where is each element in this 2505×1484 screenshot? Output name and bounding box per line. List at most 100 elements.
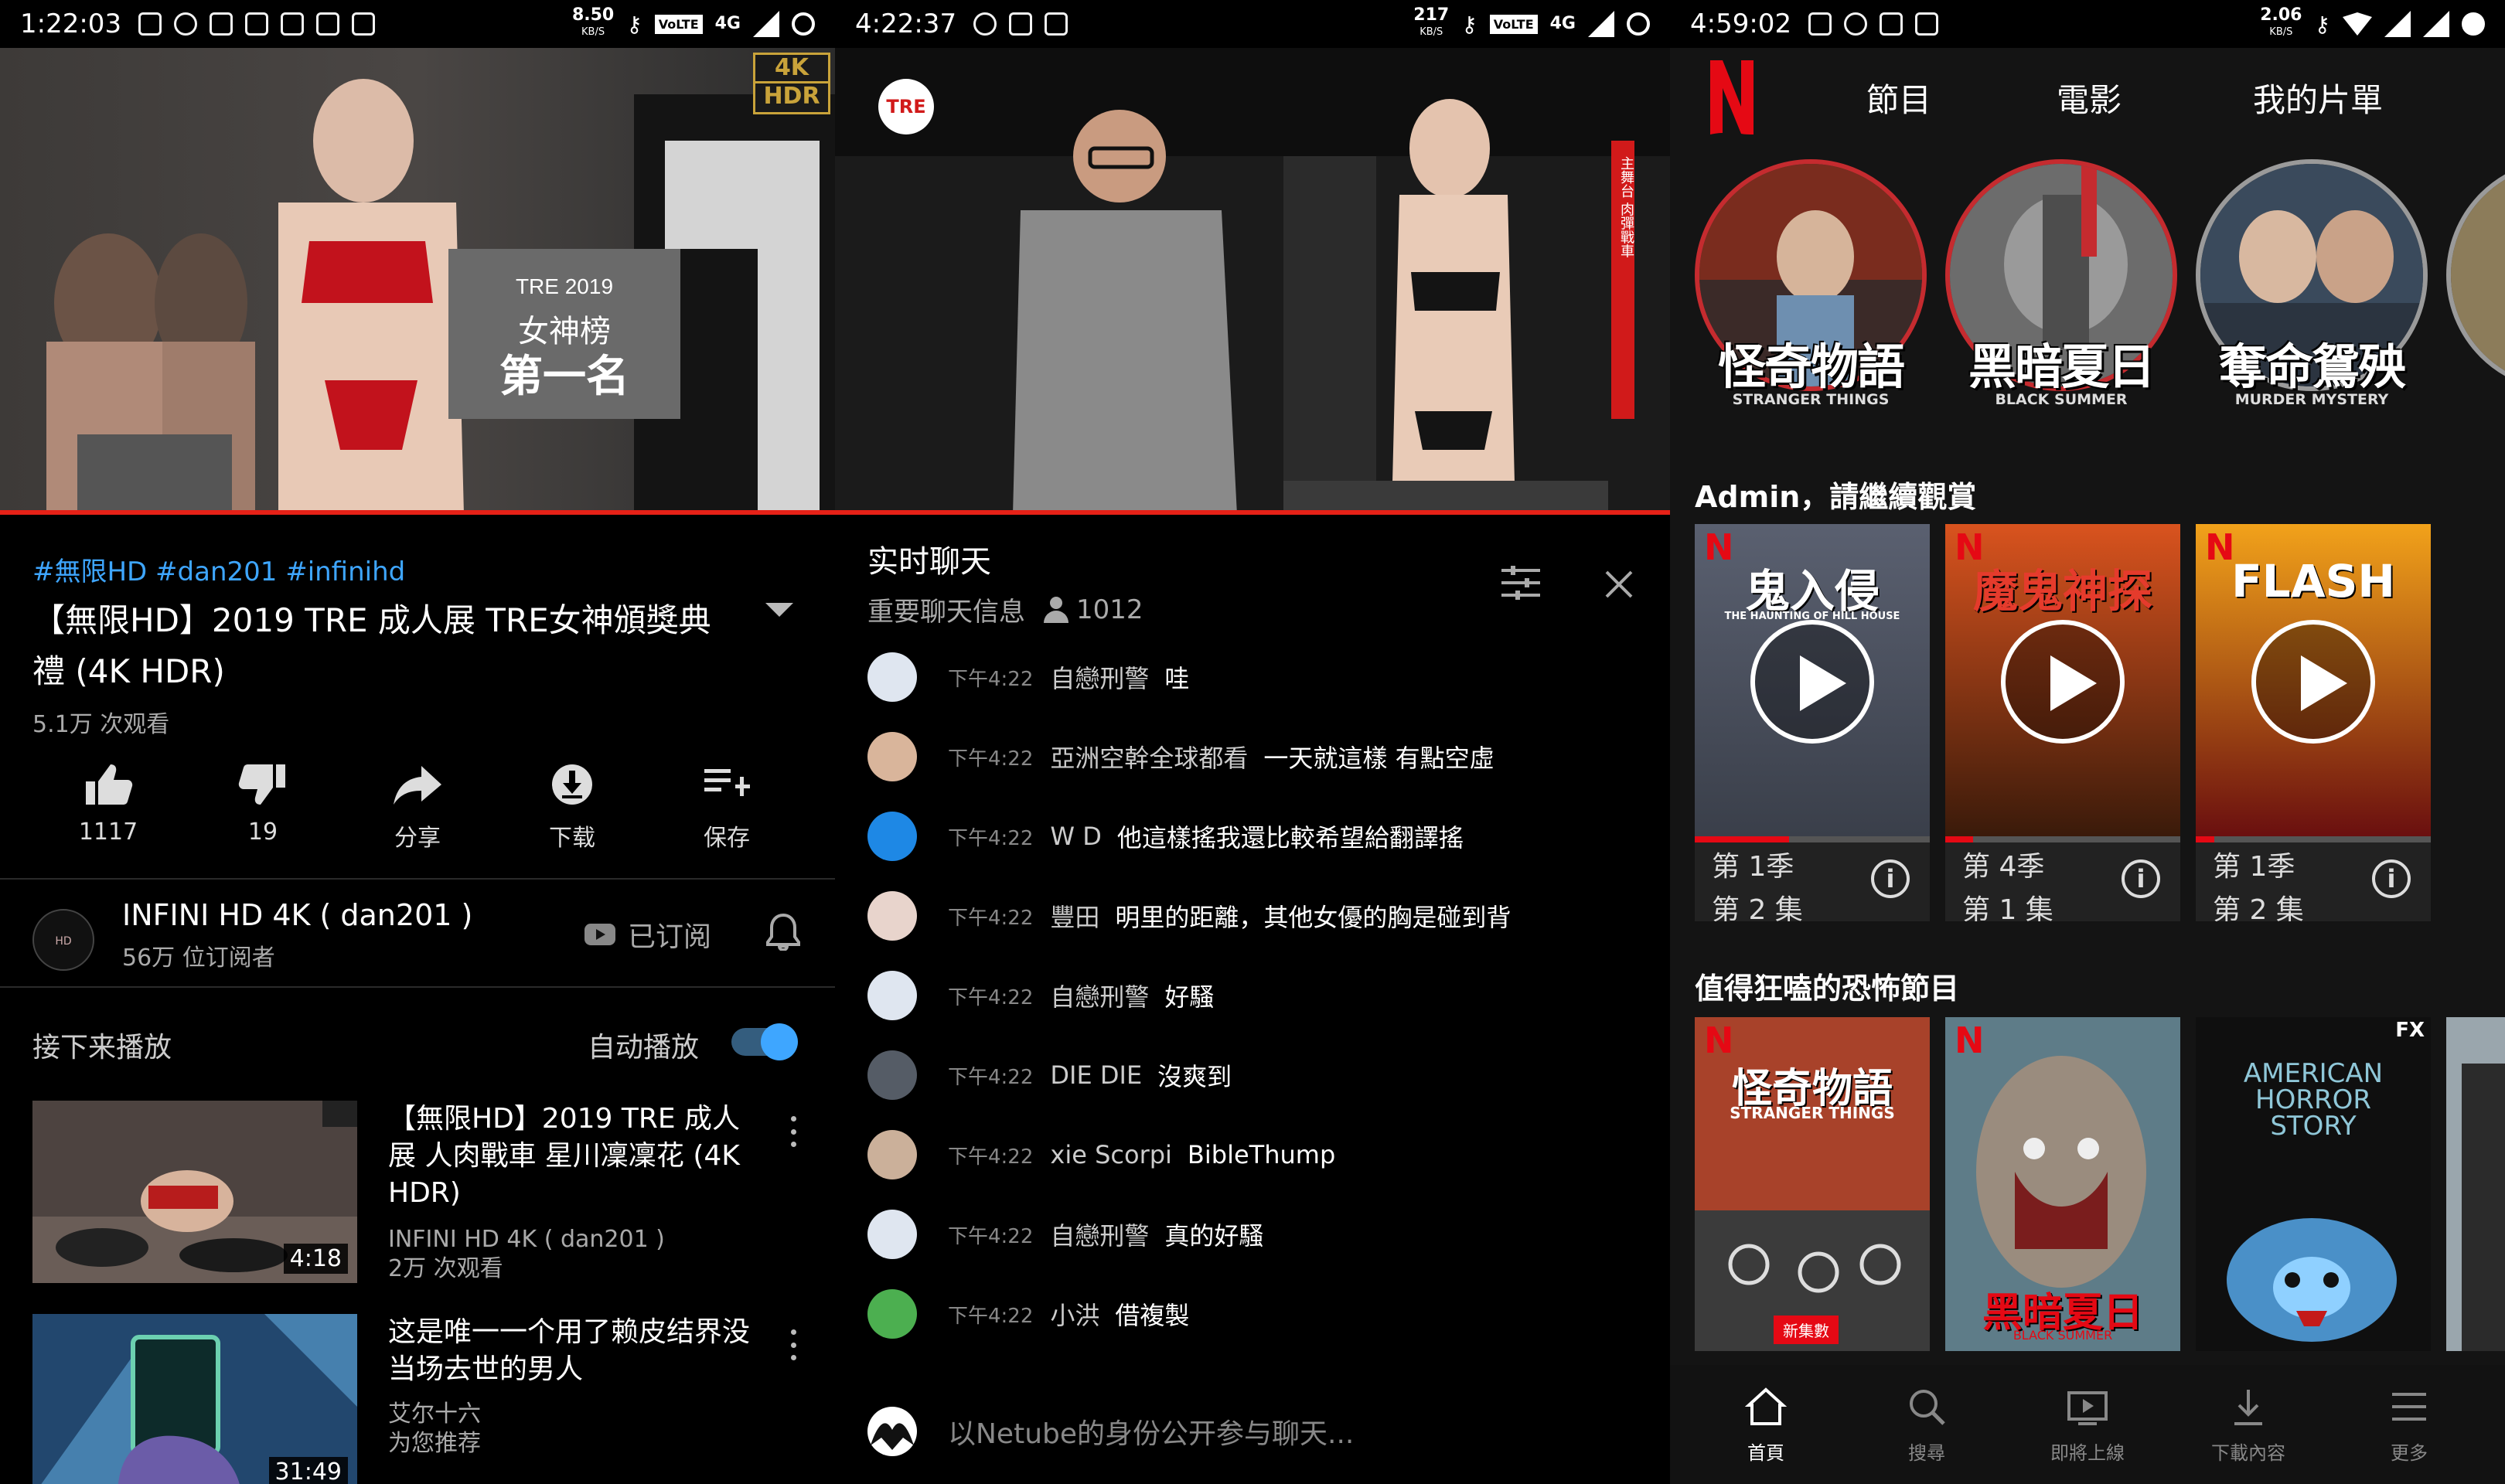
rec-title[interactable]: 【無限HD】2019 TRE 成人展 人肉戰車 星川凜凜花 (4K HDR) (388, 1101, 752, 1212)
message-author[interactable]: 小洪 (1050, 1296, 1099, 1332)
subscribed-button[interactable]: 已订阅 (584, 914, 711, 955)
continue-watching-card[interactable]: N 鬼入侵 THE HAUNTING OF HILL HOUSE 第 1季第 2 集i (1695, 524, 1930, 921)
info-icon[interactable]: i (2372, 859, 2411, 898)
play-icon[interactable] (1750, 620, 1874, 744)
message-author[interactable]: W D (1050, 822, 1101, 851)
continue-watching-card[interactable]: N FLASH 第 1季第 2 集i (2196, 524, 2431, 921)
duration-badge: 31:49 (268, 1457, 348, 1484)
user-avatar (867, 1407, 917, 1456)
video-player[interactable]: TRE 2019 女神榜 第一名 4K HDR (0, 48, 835, 515)
notification-bell-icon[interactable] (765, 912, 801, 951)
chat-input[interactable]: 以Netube的身份公开参与聊天... (867, 1407, 1354, 1456)
video-thumbnail[interactable]: 4:18 (32, 1101, 357, 1283)
nav-coming-soon[interactable]: 即將上線 (2018, 1385, 2157, 1465)
title-poster[interactable]: FX AMERICAN HORROR STORY (2196, 1017, 2431, 1351)
divider (0, 986, 835, 988)
4k-hdr-badge: 4K HDR (753, 53, 830, 114)
info-icon[interactable]: i (1871, 859, 1910, 898)
share-button[interactable]: 分享 (348, 761, 487, 853)
continue-watching-card[interactable]: N 魔鬼神探第 4季第 1 集i (1945, 524, 2180, 921)
title-poster[interactable]: N 黑暗夏日 BLACK SUMMER (1945, 1017, 2180, 1351)
recommended-video[interactable]: 4:18 【無限HD】2019 TRE 成人展 人肉戰車 星川凜凜花 (4K H… (32, 1101, 806, 1286)
message-text: 真的好騷 (1164, 1221, 1264, 1251)
preview-circle[interactable]: 怪奇物語 STRANGER THINGS (1695, 159, 1928, 414)
preview-circle[interactable]: 奪命鴛殃 MURDER MYSTERY (2196, 159, 2429, 414)
nav-home[interactable]: 首頁 (1696, 1385, 1835, 1465)
message-author[interactable]: 亞洲空幹全球都看 (1050, 739, 1248, 774)
author-avatar[interactable] (867, 732, 917, 781)
nav-downloads[interactable]: 下載內容 (2179, 1385, 2318, 1465)
chat-filter-label[interactable]: 重要聊天信息 (867, 591, 1025, 628)
message-time: 下午4:22 (948, 667, 1034, 691)
play-store-icon (210, 12, 233, 36)
author-avatar[interactable] (867, 891, 917, 941)
episode-info: 第 1季第 2 集 (1712, 851, 1803, 921)
video-progress[interactable] (0, 510, 835, 515)
preview-circle[interactable]: 黑暗夏日 BLACK SUMMER (1945, 159, 2179, 414)
hashtags[interactable]: #無限HD #dan201 #infinihd (32, 550, 405, 588)
nav-my-list[interactable]: 我的片單 (2253, 74, 2383, 121)
video-thumbnail[interactable]: 31:49 (32, 1314, 357, 1484)
preview-circle-partial[interactable] (2446, 159, 2505, 414)
live-video-player[interactable]: TRE 主舞台 肉彈戰車 (835, 48, 1670, 515)
message-author[interactable]: 自戀刑警 (1050, 659, 1149, 695)
nav-more[interactable]: 更多 (2340, 1385, 2479, 1465)
recommended-video[interactable]: 31:49 这是唯一一个用了赖皮结界没当场去世的男人 艾尔十六 为您推荐 (32, 1314, 806, 1484)
video-progress[interactable] (835, 510, 1670, 515)
nav-movies[interactable]: 電影 (2057, 74, 2122, 121)
message-author[interactable]: 自戀刑警 (1050, 1217, 1149, 1252)
nav-shows[interactable]: 節目 (1866, 74, 1931, 121)
author-avatar[interactable] (867, 1050, 917, 1100)
like-button[interactable]: 1117 (39, 761, 178, 853)
close-icon[interactable] (1604, 569, 1634, 600)
author-avatar[interactable] (867, 1210, 917, 1259)
author-avatar[interactable] (867, 971, 917, 1020)
watch-progress (1695, 836, 1789, 842)
network-type: 4G (1549, 14, 1576, 33)
autoplay-label: 自动播放 (588, 1032, 700, 1064)
message-author[interactable]: DIE DIE (1050, 1060, 1142, 1090)
chat-message: 下午4:22 自戀刑警 好騷 (867, 971, 1641, 1020)
chat-input-placeholder[interactable]: 以Netube的身份公开参与聊天... (948, 1411, 1354, 1452)
channel-name[interactable]: INFINI HD 4K ( dan201 ) (122, 898, 472, 932)
live-chat-panel: 4:22:37 217 KB/S ⚷ VoLTE 4G TRE 主舞台 肉彈戰車… (835, 0, 1670, 1484)
system-icons: 2.06 KB/S ⚷ (2260, 7, 2485, 41)
message-author[interactable]: 自戀刑警 (1050, 978, 1149, 1013)
chat-message: 下午4:22 W D 他這樣搖我還比較希望給翻譯搖 (867, 812, 1641, 861)
sign-line1: 女神榜 (518, 314, 611, 349)
message-author[interactable]: 豐田 (1050, 898, 1099, 934)
poster-title: AMERICAN HORROR STORY (2243, 1058, 2384, 1142)
author-avatar[interactable] (867, 1130, 917, 1179)
play-icon[interactable] (2251, 620, 2375, 744)
rec-title[interactable]: 这是唯一一个用了赖皮结界没当场去世的男人 (388, 1314, 752, 1388)
info-icon[interactable]: i (2122, 859, 2160, 898)
save-button[interactable]: 保存 (657, 761, 796, 853)
channel-avatar[interactable]: HD (32, 909, 94, 971)
title-poster[interactable]: N 怪奇物語 STRANGER THINGS 新集數 (1695, 1017, 1930, 1351)
message-time: 下午4:22 (948, 1065, 1034, 1089)
author-avatar[interactable] (867, 652, 917, 702)
play-icon[interactable] (2001, 620, 2125, 744)
autoplay-toggle[interactable] (731, 1023, 798, 1060)
dislike-button[interactable]: 19 (193, 761, 332, 853)
shop-icon (1880, 12, 1903, 36)
more-options-icon[interactable] (790, 1329, 796, 1360)
expand-chevron-icon[interactable] (765, 603, 793, 617)
sim-icon (316, 12, 340, 36)
net-speed: 2.06 KB/S (2260, 5, 2302, 39)
chat-message: 下午4:22 豐田 明里的距離，其他女優的胸是碰到背 (867, 891, 1641, 941)
preview-subtitle: BLACK SUMMER (1995, 391, 2128, 408)
download-button[interactable]: 下载 (503, 761, 642, 853)
nav-search[interactable]: 搜尋 (1857, 1385, 1996, 1465)
more-options-icon[interactable] (790, 1116, 796, 1147)
author-avatar[interactable] (867, 812, 917, 861)
chat-message: 下午4:22 自戀刑警 真的好騷 (867, 1210, 1641, 1259)
title-poster-partial[interactable] (2446, 1017, 2505, 1351)
chat-message: 下午4:22 亞洲空幹全球都看 一天就這樣 有點空虛 (867, 732, 1641, 781)
netflix-logo[interactable] (1709, 60, 1755, 134)
message-time: 下午4:22 (948, 906, 1034, 930)
author-avatar[interactable] (867, 1289, 917, 1339)
message-author[interactable]: xie Scorpi (1050, 1140, 1172, 1169)
signal-icon (2384, 11, 2411, 37)
sliders-icon[interactable] (1501, 564, 1540, 601)
